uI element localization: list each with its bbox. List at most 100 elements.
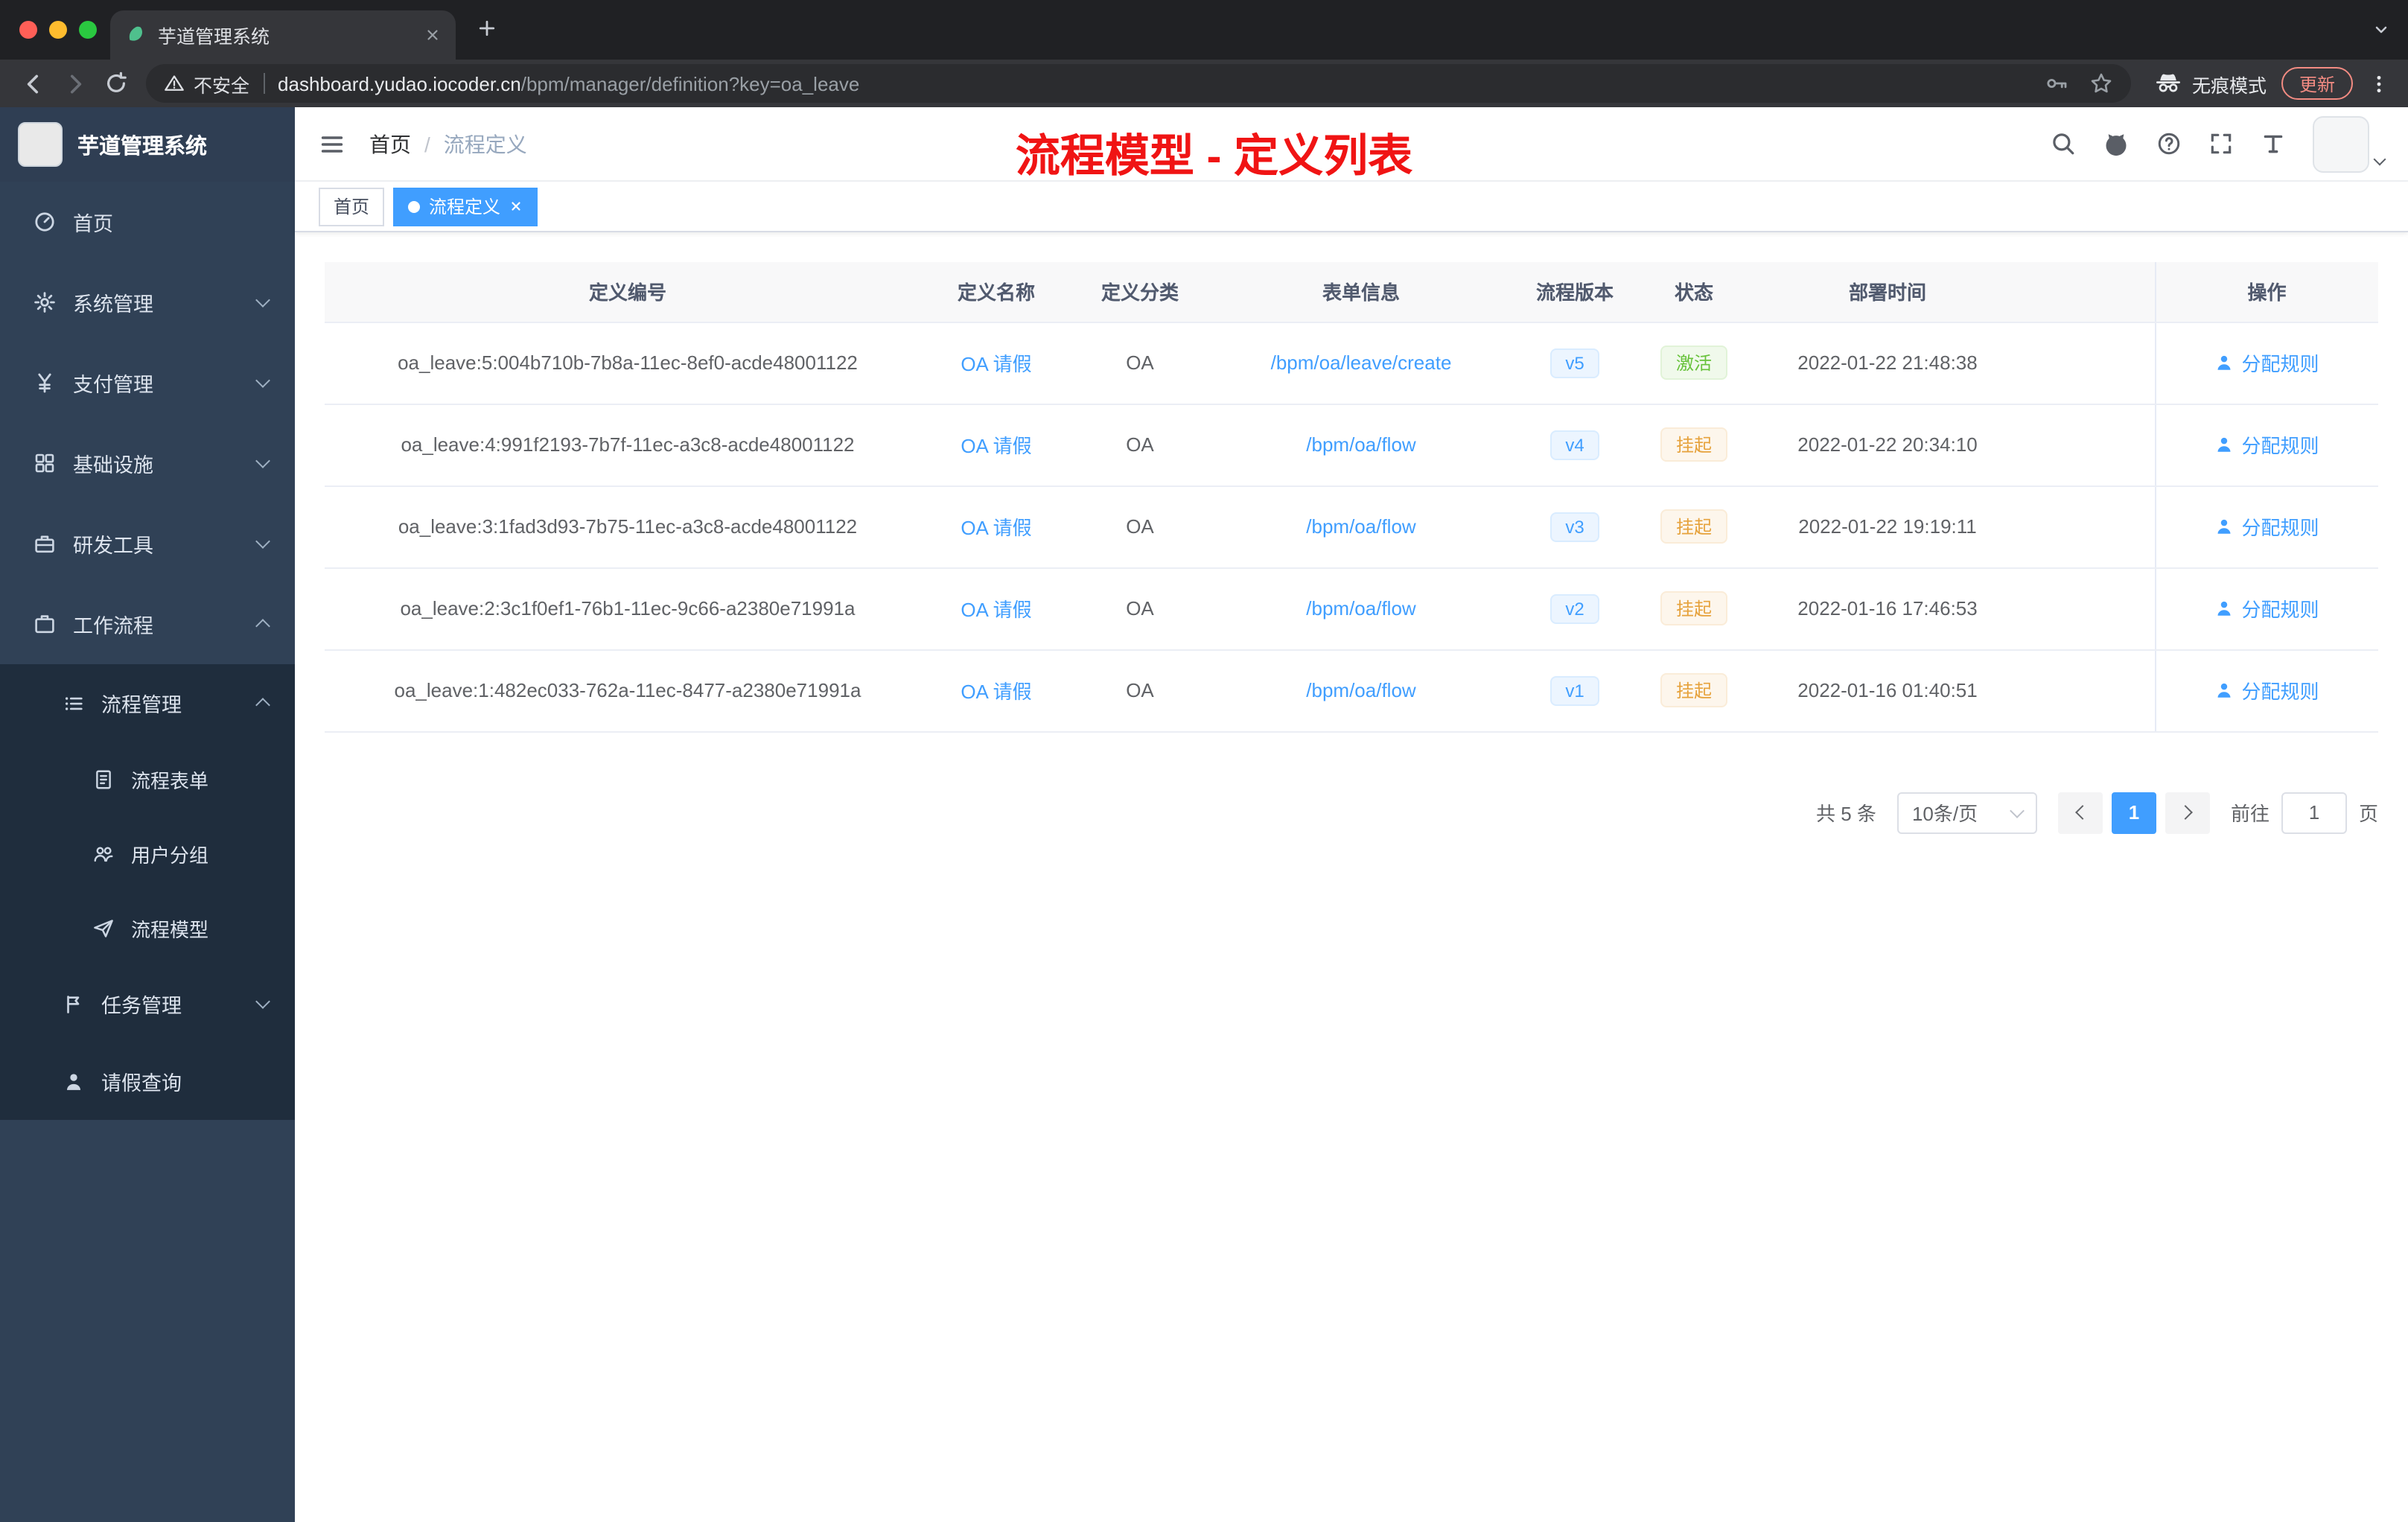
deploy-time: 2022-01-16 17:46:53 (1742, 567, 2033, 650)
update-button[interactable]: 更新 (2281, 67, 2353, 100)
status-tag: 挂起 (1660, 509, 1727, 544)
avatar[interactable] (2313, 115, 2369, 172)
search-icon[interactable] (2051, 131, 2076, 156)
breadcrumb-current: 流程定义 (443, 132, 527, 156)
sidebar-item-process-form[interactable]: 流程表单 (0, 742, 295, 816)
help-icon[interactable] (2156, 131, 2182, 156)
next-page-button[interactable] (2165, 792, 2210, 833)
spacer-cell (2033, 567, 2155, 650)
person-icon (2218, 437, 2231, 452)
definition-table: 定义编号 定义名称 定义分类 表单信息 流程版本 状态 部署时间 操作 oa_l… (325, 262, 2378, 732)
goto-page-input[interactable] (2281, 792, 2347, 833)
table-row: oa_leave:2:3c1f0ef1-76b1-11ec-9c66-a2380… (325, 567, 2378, 650)
back-icon[interactable] (12, 63, 54, 104)
status-tag: 激活 (1660, 346, 1727, 380)
top-navbar: 首页 / 流程定义 流程模型 - 定义列表 (295, 107, 2408, 182)
tag-home[interactable]: 首页 (319, 187, 385, 226)
assign-rule-link[interactable]: 分配规则 (2214, 594, 2319, 623)
table-row: oa_leave:1:482ec033-762a-11ec-8477-a2380… (325, 649, 2378, 732)
form-link[interactable]: /bpm/oa/leave/create (1271, 351, 1452, 374)
goto-page: 前往 页 (2231, 792, 2378, 833)
status-tag: 挂起 (1660, 427, 1727, 462)
bookmark-star-icon[interactable] (2089, 71, 2113, 95)
deploy-time: 2022-01-22 19:19:11 (1742, 485, 2033, 568)
sidebar-item-process-model[interactable]: 流程模型 (0, 891, 295, 965)
page-number-button[interactable]: 1 (2111, 792, 2156, 833)
tab-close-icon[interactable] (424, 27, 441, 43)
tab-title: 芋道管理系统 (158, 27, 270, 48)
definition-id: oa_leave:1:482ec033-762a-11ec-8477-a2380… (325, 649, 931, 732)
page-unit-label: 页 (2358, 803, 2378, 825)
assign-rule-link[interactable]: 分配规则 (2214, 348, 2319, 377)
table-row: oa_leave:3:1fad3d93-7b75-11ec-a3c8-acde4… (325, 485, 2378, 568)
definition-id: oa_leave:3:1fad3d93-7b75-11ec-a3c8-acde4… (325, 485, 931, 568)
assign-rule-link[interactable]: 分配规则 (2214, 512, 2319, 541)
assign-rule-link[interactable]: 分配规则 (2214, 676, 2319, 704)
sidebar-item-task-management[interactable]: 任务管理 (0, 965, 295, 1042)
window-minimize-button[interactable] (49, 21, 67, 39)
deploy-time: 2022-01-16 01:40:51 (1742, 649, 2033, 732)
sidebar-item-system[interactable]: 系统管理 (0, 262, 295, 343)
window-close-button[interactable] (19, 21, 37, 39)
page-size-select[interactable]: 10条/页 (1896, 792, 2037, 833)
form-link[interactable]: /bpm/oa/flow (1306, 433, 1415, 456)
form-link[interactable]: /bpm/oa/flow (1306, 679, 1415, 701)
definition-name-link[interactable]: OA 请假 (961, 435, 1031, 457)
tab-search-chevron-icon[interactable] (2372, 21, 2390, 39)
navbar-actions (2051, 115, 2386, 172)
version-tag: v4 (1550, 430, 1599, 459)
sidebar-item-leave-query[interactable]: 请假查询 (0, 1042, 295, 1120)
reload-icon[interactable] (95, 63, 137, 104)
paper-plane-icon (92, 917, 115, 939)
definition-category: OA (1062, 322, 1218, 404)
document-icon (92, 768, 115, 790)
col-definition-category: 定义分类 (1062, 262, 1218, 322)
font-size-icon[interactable] (2261, 131, 2286, 156)
sidebar-item-payment[interactable]: 支付管理 (0, 343, 295, 423)
browser-menu-icon[interactable] (2368, 72, 2390, 95)
address-bar[interactable]: 不安全 dashboard.yudao.iocoder.cn/bpm/manag… (146, 64, 2131, 103)
users-icon (92, 842, 115, 865)
github-icon[interactable] (2103, 130, 2130, 157)
definition-name-link[interactable]: OA 请假 (961, 599, 1031, 621)
definition-name-link[interactable]: OA 请假 (961, 681, 1031, 703)
status-tag: 挂起 (1660, 673, 1727, 707)
sidebar-item-devtools[interactable]: 研发工具 (0, 503, 295, 584)
sidebar-item-workflow[interactable]: 工作流程 (0, 584, 295, 664)
goto-label: 前往 (2230, 803, 2270, 825)
person-icon (2218, 601, 2231, 616)
gear-icon (33, 290, 57, 314)
new-tab-button[interactable] (477, 18, 497, 39)
breadcrumb-home[interactable]: 首页 (369, 129, 411, 159)
sidebar-item-user-group[interactable]: 用户分组 (0, 816, 295, 891)
col-actions: 操作 (2154, 262, 2378, 322)
tag-close-icon[interactable] (509, 200, 523, 213)
fullscreen-icon[interactable] (2208, 131, 2234, 156)
assign-rule-link[interactable]: 分配规则 (2214, 430, 2319, 459)
definition-name-link[interactable]: OA 请假 (961, 517, 1031, 539)
sidebar-toggle-icon[interactable] (319, 130, 345, 157)
chevron-down-icon (255, 534, 270, 549)
browser-tab[interactable]: 芋道管理系统 (110, 10, 456, 60)
url-path: /bpm/manager/definition?key=oa_leave (520, 72, 860, 95)
sidebar-item-infra[interactable]: 基础设施 (0, 423, 295, 503)
password-key-icon[interactable] (2045, 71, 2068, 95)
definition-id: oa_leave:2:3c1f0ef1-76b1-11ec-9c66-a2380… (325, 567, 931, 650)
sidebar-item-home[interactable]: 首页 (0, 182, 295, 262)
table-row: oa_leave:4:991f2193-7b7f-11ec-a3c8-acde4… (325, 404, 2378, 486)
definition-name-link[interactable]: OA 请假 (961, 353, 1031, 375)
prev-page-button[interactable] (2057, 792, 2103, 833)
table-row: oa_leave:5:004b710b-7b8a-11ec-8ef0-acde4… (325, 322, 2378, 404)
security-chip[interactable]: 不安全 (164, 69, 249, 98)
form-link[interactable]: /bpm/oa/flow (1306, 597, 1415, 620)
form-link[interactable]: /bpm/oa/flow (1306, 515, 1415, 538)
user-menu[interactable] (2313, 115, 2386, 172)
window-maximize-button[interactable] (79, 21, 97, 39)
forward-icon[interactable] (54, 63, 95, 104)
definition-id: oa_leave:5:004b710b-7b8a-11ec-8ef0-acde4… (325, 322, 931, 404)
definition-category: OA (1062, 649, 1218, 732)
spacer-cell (2033, 322, 2155, 404)
person-icon (2218, 355, 2231, 370)
tag-process-definition[interactable]: 流程定义 (393, 187, 538, 226)
sidebar-item-process-management[interactable]: 流程管理 (0, 664, 295, 742)
